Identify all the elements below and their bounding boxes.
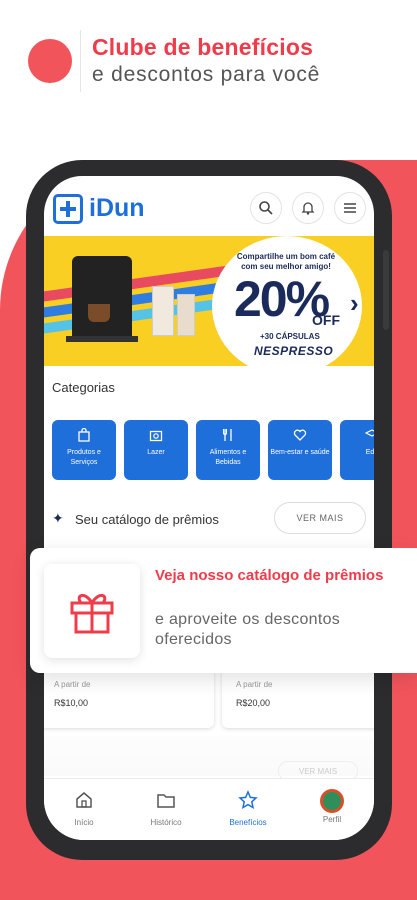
banner-brand: NESPRESSO [254,344,334,358]
logo-icon [53,194,83,224]
nav-item-historico[interactable]: Histórico [126,789,206,827]
banner-tagline: Compartilhe um bom café com seu melhor a… [236,252,336,271]
product-from: A partir de [236,680,273,689]
category-produtos[interactable]: Produtos e Serviços [52,420,116,480]
nav-label: Histórico [150,818,182,827]
banner-capsules: +30 CÁPSULAS [260,332,320,341]
home-icon [76,792,92,808]
camera-icon [149,430,163,442]
categories-title: Categorias [52,380,115,395]
bell-icon [301,202,315,215]
chevron-right-icon[interactable]: › [350,288,359,319]
category-label: Alimentos e Bebidas [209,449,247,466]
banner-off: OFF [312,312,340,328]
cutlery-icon [222,429,232,441]
phone-side-button [383,250,389,330]
catalog-title: Seu catálogo de prêmios [75,512,219,527]
app-screen: iDun Compartilhe um bom café com seu mel… [44,176,374,840]
nav-item-perfil[interactable]: Perfil [292,789,372,824]
menu-icon [344,203,356,213]
coffee-machine-image [72,256,132,338]
search-icon [259,201,273,215]
category-label: Produtos e Serviços [67,449,101,466]
category-label: Bem-estar e saúde [270,449,330,456]
brand-dot [28,39,72,83]
search-button[interactable] [250,192,282,224]
header-divider [80,30,81,92]
menu-button[interactable] [334,192,366,224]
promo-banner[interactable]: Compartilhe um bom café com seu melhor a… [44,236,374,366]
stage: Clube de benefícios e descontos para voc… [0,0,417,900]
notifications-button[interactable] [292,192,324,224]
education-icon [365,429,374,437]
folder-icon [157,794,175,808]
promo-card-subtitle: e aproveite os descontos oferecidos [155,611,341,648]
product-card[interactable]: A partir de R$10,00 [44,668,214,728]
header-title: Clube de benefícios [92,34,314,60]
heart-icon [293,429,307,441]
product-from: A partir de [54,680,91,689]
glass-image [177,294,195,336]
category-label: Edu [365,449,374,456]
category-alimentos[interactable]: Alimentos e Bebidas [196,420,260,480]
app-logo: iDun [89,194,145,222]
category-label: Lazer [147,449,165,456]
product-price: R$10,00 [54,698,89,708]
avatar [320,789,344,813]
product-price: R$20,00 [236,698,271,708]
gift-icon [70,594,114,634]
ver-mais-button[interactable]: VER MAIS [274,502,366,534]
gift-icon-box [44,564,140,658]
nav-item-inicio[interactable]: Início [44,789,124,827]
star-icon [238,790,258,809]
category-bem-estar[interactable]: Bem-estar e saúde [268,420,332,480]
nav-label: Benefícios [229,818,267,827]
product-card[interactable]: A partir de R$20,00 [222,668,374,728]
promo-card-title: Veja nosso catálogo de prêmios [155,567,384,584]
machine-base [66,336,138,342]
glass-image [152,286,174,336]
bag-icon [78,428,90,442]
nav-item-beneficios[interactable]: Benefícios [208,789,288,827]
category-educacao[interactable]: Edu [340,420,374,480]
bottom-nav: Início Histórico Benefícios Perfil [44,778,374,840]
header-subtitle: e descontos para você [92,63,321,86]
category-lazer[interactable]: Lazer [124,420,188,480]
nav-label: Início [74,818,94,827]
sparkle-icon: ✦ [52,510,64,526]
coffee-cup-image [88,304,110,322]
promo-card[interactable]: Veja nosso catálogo de prêmios e aprovei… [30,548,417,673]
nav-label: Perfil [322,815,342,824]
